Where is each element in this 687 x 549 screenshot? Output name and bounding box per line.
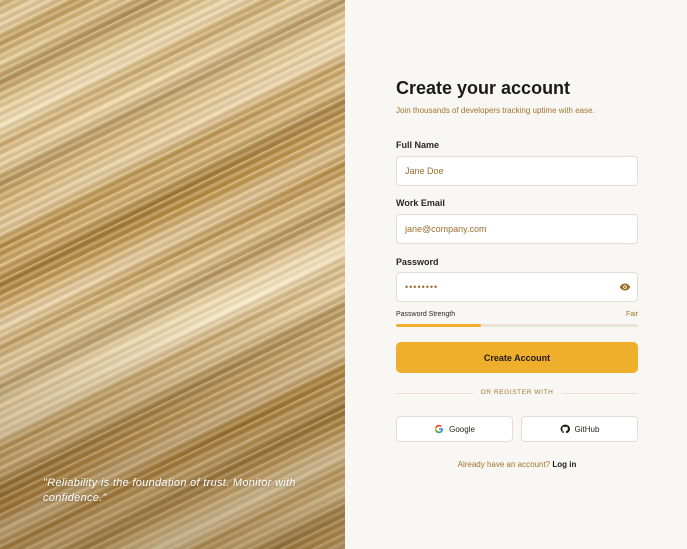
hero-quote: "Reliability is the foundation of trust.… xyxy=(43,477,296,504)
full-name-label: Full Name xyxy=(396,140,440,150)
google-button-label: Google xyxy=(449,424,475,434)
google-icon xyxy=(434,424,444,434)
password-strength-fill xyxy=(396,324,481,327)
password-strength-label: Password Strength xyxy=(396,311,456,318)
page-subtitle: Join thousands of developers tracking up… xyxy=(396,106,595,115)
login-prompt-text: Already have an account? xyxy=(457,460,551,469)
eye-icon[interactable] xyxy=(618,281,632,293)
work-email-input[interactable] xyxy=(396,214,638,244)
login-prompt: Already have an account? Log in xyxy=(396,460,638,469)
google-button[interactable]: Google xyxy=(396,416,513,442)
password-label: Password xyxy=(396,257,439,267)
github-icon xyxy=(560,424,570,434)
page-title: Create your account xyxy=(396,78,571,98)
create-account-button[interactable]: Create Account xyxy=(396,342,638,373)
hero-overlay xyxy=(0,0,345,549)
password-strength-bar xyxy=(396,324,638,327)
password-strength-value: Fair xyxy=(625,311,638,318)
password-input[interactable] xyxy=(396,272,638,302)
github-button-label: GitHub xyxy=(574,424,600,434)
divider-text: OR REGISTER WITH xyxy=(472,389,562,396)
github-button[interactable]: GitHub xyxy=(521,416,638,442)
work-email-label: Work Email xyxy=(396,198,445,208)
full-name-input[interactable] xyxy=(396,156,638,186)
hero-image: "Reliability is the foundation of trust.… xyxy=(0,0,345,549)
login-link[interactable]: Log in xyxy=(552,460,576,469)
